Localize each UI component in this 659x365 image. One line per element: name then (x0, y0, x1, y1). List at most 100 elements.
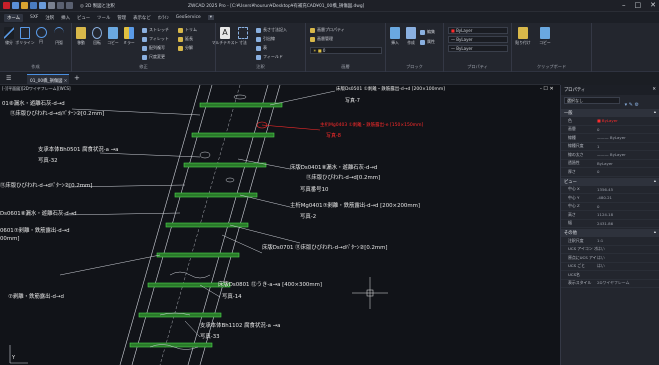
leader-button[interactable]: 引出線 (256, 36, 275, 42)
menu-hamburger-icon[interactable]: ☰ (6, 75, 11, 82)
menu-manage[interactable]: 管理 (117, 15, 126, 21)
ribbon-group-label: クリップボード (536, 64, 567, 69)
menu-geoservice[interactable]: GeoService (176, 15, 201, 20)
prop-row[interactable]: 中心 Y -480.21 (561, 194, 659, 203)
section-view[interactable]: ビュー ▴ (561, 177, 659, 186)
explode-button[interactable]: 分解 (178, 45, 193, 51)
window-controls: – □ ✕ (622, 1, 656, 9)
prop-row[interactable]: 表示スタイル 2Dワイヤフレーム (561, 280, 659, 288)
attribute-button[interactable]: 属性 (420, 39, 435, 45)
dimension-button[interactable]: 寸法 (236, 27, 250, 46)
selection-dropdown[interactable]: 選択なし (564, 97, 620, 104)
menu-online[interactable]: ｵﾝﾗｲﾝ (158, 15, 169, 21)
scale-button[interactable]: 尺度変更 (142, 54, 165, 60)
line-button[interactable]: 線分 (2, 27, 16, 46)
window-title: ZWCAD 2025 Pro - [C:¥Users¥hourun¥Deskto… (188, 4, 365, 9)
copy-clip-button[interactable]: コピー (538, 27, 552, 46)
menu-display[interactable]: 表示など (133, 15, 151, 21)
prop-row[interactable]: 原点にUCS アイコンはい (561, 254, 659, 263)
prop-row[interactable]: 線種尺度 1 (561, 143, 659, 151)
fillet-button[interactable]: フィレット (142, 36, 169, 42)
menu-tools[interactable]: ツール (97, 15, 110, 21)
menu-view[interactable]: ビュー (77, 15, 90, 21)
close-tab-icon[interactable]: ✕ (64, 79, 68, 84)
save-icon[interactable] (30, 2, 37, 9)
arc-button[interactable]: 円弧 (52, 27, 66, 46)
prop-row[interactable]: 線の太さ ——— ByLayer (561, 151, 659, 160)
new-tab-icon[interactable]: + (74, 74, 80, 82)
paste-button[interactable]: 貼り付け (515, 27, 531, 46)
extend-button[interactable]: 延長 (178, 36, 193, 42)
quick-select-icon[interactable]: ▾ ✎ ⚙ (625, 102, 639, 108)
trim-icon (178, 27, 183, 33)
ribbon-group-label: 画層 (341, 64, 350, 69)
ribbon-group-label: 作成 (31, 64, 40, 69)
menu-insert[interactable]: 挿入 (61, 15, 70, 21)
prop-row[interactable]: 中心 X 1356.45 (561, 186, 659, 194)
paste-icon (518, 27, 528, 39)
menu-more-icon[interactable]: ▾ (207, 15, 214, 20)
mtext-button[interactable]: A マルチテキスト (212, 27, 238, 46)
section-misc[interactable]: その他 ▴ (561, 229, 659, 237)
prop-row[interactable]: UCS アイコン オンはい (561, 246, 659, 254)
create-block-button[interactable]: 作成 (404, 27, 418, 46)
minimize-icon[interactable]: – (622, 1, 626, 9)
linear-dim-icon (256, 27, 261, 33)
table-icon (256, 45, 261, 51)
circle-button[interactable]: 円 (34, 27, 48, 45)
app-logo-icon[interactable] (3, 2, 10, 9)
insert-block-button[interactable]: 挿入 (388, 27, 402, 46)
print-icon[interactable] (48, 2, 55, 9)
move-button[interactable]: 移動 (74, 27, 88, 46)
drawing-canvas[interactable]: [-][平面図][2Dワイヤフレーム][WCS] 床版Ds0501 ①剥離・鉄筋… (0, 85, 560, 365)
open-file-icon[interactable] (21, 2, 28, 9)
rotate-button[interactable]: 回転 (90, 27, 104, 46)
redo-icon[interactable] (66, 2, 73, 9)
close-icon[interactable]: ✕ (650, 1, 656, 9)
layer-manage-button[interactable]: 画層管理 (310, 36, 333, 42)
stretch-button[interactable]: ストレッチ (142, 27, 169, 33)
prop-row[interactable]: 幅 2431.86 (561, 220, 659, 228)
edit-block-button[interactable]: 編集 (420, 29, 435, 35)
lineweight-dropdown[interactable]: — ByLayer (448, 45, 508, 52)
color-dropdown[interactable]: ■ ByLayer (448, 27, 508, 34)
menu-annotate[interactable]: 注釈 (45, 15, 54, 21)
trim-button[interactable]: トリム (178, 27, 197, 33)
panel-close-icon[interactable]: ✕ (652, 87, 656, 93)
workspace-switcher[interactable]: ◎ 2D 製図と注釈 (80, 3, 115, 9)
menu-sxf[interactable]: SXF (30, 15, 38, 20)
undo-icon[interactable] (57, 2, 64, 9)
prop-row[interactable]: 中心 Z0 (561, 203, 659, 211)
new-file-icon[interactable] (12, 2, 19, 9)
section-general[interactable]: 一般 ▴ (561, 109, 659, 117)
linetype-dropdown[interactable]: — ByLayer (448, 36, 508, 43)
prop-row[interactable]: 色 ■ ByLayer (561, 117, 659, 126)
prop-row[interactable]: UCS名 (561, 271, 659, 280)
explode-icon (178, 45, 183, 51)
prop-row[interactable]: 注釈尺度 1:1 (561, 237, 659, 246)
layer-dropdown[interactable]: ☀ ■ 0 (310, 47, 382, 54)
linear-dim-button[interactable]: 長さ寸法記入 (256, 27, 287, 33)
photo-label: 写真番号10 (300, 187, 329, 193)
table-button[interactable]: 表 (256, 45, 267, 51)
prop-row[interactable]: 線種 ——— ByLayer (561, 134, 659, 143)
menu-home[interactable]: ホーム (4, 13, 24, 22)
layer-properties-button[interactable]: 画層プロパティ (310, 27, 345, 33)
damage-label-selected: 主桁Mg0403 ①剥離・鉄筋露出-e [150×150mm] (320, 123, 424, 128)
prop-row[interactable]: 高さ 1124.18 (561, 211, 659, 220)
prop-row[interactable]: UCS ごと はい (561, 263, 659, 271)
polyline-button[interactable]: ポリライン (16, 27, 35, 46)
save-as-icon[interactable] (39, 2, 46, 9)
array-button[interactable]: 配列複写 (142, 45, 165, 51)
maximize-icon[interactable]: □ (635, 1, 642, 9)
viewport-close-icon[interactable]: - ☐ ✕ (540, 86, 554, 92)
mirror-button[interactable]: ミラー (122, 27, 136, 46)
copy-button[interactable]: コピー (106, 27, 120, 46)
document-tab[interactable]: 01_00橋_損傷図 ✕ (27, 74, 69, 85)
prop-row[interactable]: 透過性 ByLayer (561, 160, 659, 168)
prop-row[interactable]: 厚さ 0 (561, 168, 659, 177)
array-icon (142, 45, 147, 51)
ribbon-group-label: プロパティ (467, 64, 488, 69)
prop-row[interactable]: 画層 0 (561, 126, 659, 134)
field-button[interactable]: フィールド (256, 54, 283, 60)
